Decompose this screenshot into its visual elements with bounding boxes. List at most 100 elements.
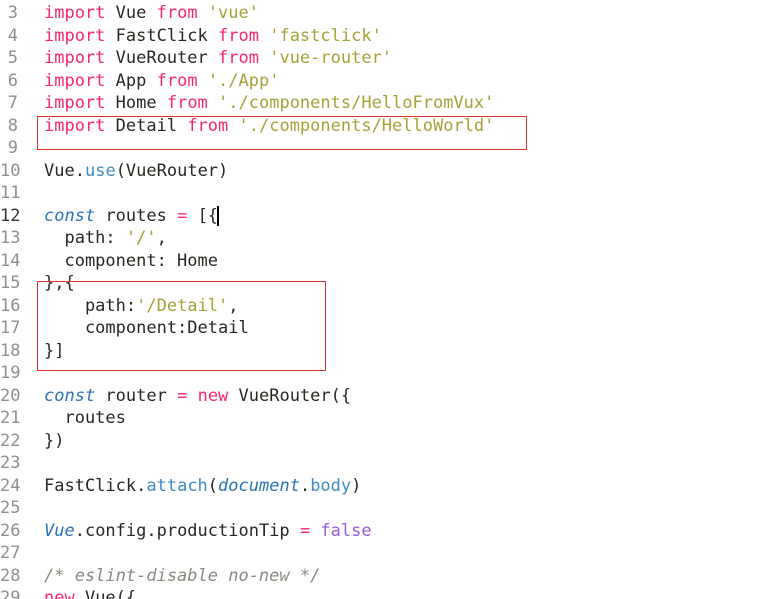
code-line[interactable]: 21 routes	[0, 407, 779, 430]
code-token: Home	[105, 93, 167, 113]
code-line[interactable]: 4 import FastClick from 'fastclick'	[0, 25, 779, 48]
line-number: 18	[0, 340, 21, 361]
code-token: './components/HelloFromVux'	[218, 93, 495, 113]
code-line[interactable]: 10 Vue.use(VueRouter)	[0, 160, 779, 183]
line-number: 21	[0, 408, 21, 428]
line-number: 5	[7, 48, 18, 68]
code-line[interactable]: 3 import Vue from 'vue'	[0, 2, 779, 25]
code-line[interactable]: 28 /* eslint-disable no-new */	[0, 565, 779, 588]
line-number: 11	[0, 183, 21, 203]
line-number: 16	[0, 295, 21, 316]
code-line[interactable]: 19	[0, 362, 779, 385]
code-editor[interactable]: 3 import Vue from 'vue' 4 import FastClick …	[0, 0, 779, 599]
line-text: component:Detail	[44, 317, 249, 340]
line-number: 6	[7, 70, 18, 91]
code-line[interactable]: 13 path: '/',	[0, 227, 779, 250]
line-text: path: '/',	[44, 227, 166, 250]
code-token: from	[166, 93, 208, 113]
code-token: const	[44, 385, 96, 406]
code-line[interactable]: 26 Vue.config.productionTip = false	[0, 520, 779, 543]
code-token: .	[74, 160, 85, 181]
code-line[interactable]: 24 FastClick.attach(document.body)	[0, 475, 779, 498]
line-number: 13	[0, 228, 21, 248]
code-line[interactable]: 11	[0, 182, 779, 205]
code-token: const	[44, 205, 96, 226]
code-line[interactable]: 27	[0, 542, 779, 565]
line-number: 14	[0, 250, 21, 271]
code-line[interactable]: 15},{	[0, 272, 779, 295]
code-token: './components/HelloWorld'	[238, 115, 495, 136]
code-token: .	[136, 475, 147, 496]
code-token: App	[105, 70, 157, 91]
code-line[interactable]: 14 component: Home	[0, 250, 779, 273]
code-token: routes	[44, 408, 126, 428]
code-token: 'vue-router'	[269, 48, 393, 68]
code-line[interactable]: 8 import Detail from './components/HelloW…	[0, 115, 779, 138]
code-line[interactable]: 5 import VueRouter from 'vue-router'	[0, 47, 779, 70]
code-token: /* eslint-disable no-new */	[44, 565, 321, 586]
code-token: from	[156, 3, 198, 23]
code-token: new	[197, 385, 229, 406]
code-token: =	[177, 205, 188, 226]
code-token: =	[299, 520, 311, 541]
line-text: import FastClick from 'fastclick'	[44, 25, 382, 48]
line-text: new Vue({	[44, 587, 136, 599]
line-text: import Detail from './components/HelloWo…	[44, 115, 494, 138]
code-token: attach	[146, 475, 208, 496]
code-token: document	[218, 475, 300, 496]
code-token: 'fastclick'	[269, 25, 382, 46]
line-text: /* eslint-disable no-new */	[44, 565, 320, 588]
code-line[interactable]: 16 path:'/Detail',	[0, 295, 779, 318]
code-line[interactable]: 29 new Vue({	[0, 587, 779, 599]
code-token: VueRouter({	[228, 385, 352, 406]
line-number: 27	[0, 543, 21, 563]
code-token: ,	[228, 295, 239, 316]
line-text: import Home from './components/HelloFrom…	[44, 92, 494, 115]
line-number: 29	[0, 588, 21, 599]
text-cursor	[217, 205, 220, 226]
code-token: VueRouter	[105, 48, 219, 68]
code-line[interactable]: 7 import Home from './components/HelloFro…	[0, 92, 779, 115]
code-token: import	[44, 48, 106, 68]
line-text: },{	[44, 272, 75, 295]
line-text: path:'/Detail',	[44, 295, 239, 318]
line-number: 22	[0, 430, 21, 451]
code-line[interactable]: 12 const routes = [{	[0, 204, 779, 228]
line-number: 8	[7, 115, 18, 136]
code-token: component:Detail	[44, 318, 249, 338]
line-number: 19	[0, 363, 21, 383]
code-line[interactable]: 9	[0, 137, 779, 160]
line-text: const router = new VueRouter({	[44, 385, 351, 408]
code-token: use	[84, 160, 116, 181]
line-number: 23	[0, 453, 21, 473]
line-number: 12	[0, 205, 21, 226]
code-token: })	[44, 430, 65, 451]
code-token: false	[320, 520, 372, 541]
line-text: const routes = [{	[44, 205, 220, 228]
code-token: import	[44, 93, 106, 113]
line-text: FastClick.attach(document.body)	[44, 475, 361, 498]
line-text: import App from './App'	[44, 70, 279, 93]
code-line[interactable]: 25	[0, 497, 779, 520]
code-line[interactable]: 6 import App from './App'	[0, 70, 779, 93]
code-line[interactable]: 22})	[0, 430, 779, 453]
line-number: 20	[0, 385, 21, 406]
code-token: component: Home	[44, 250, 218, 271]
line-text: Vue.use(VueRouter)	[44, 160, 228, 183]
code-line[interactable]: 23	[0, 452, 779, 475]
code-token: import	[44, 3, 106, 23]
code-token: './App'	[207, 70, 280, 91]
code-area[interactable]: 3 import Vue from 'vue' 4 import FastClick …	[0, 0, 779, 599]
code-line[interactable]: 17 component:Detail	[0, 317, 779, 340]
code-token: path:	[44, 295, 137, 316]
code-token: =	[177, 385, 188, 406]
line-number: 25	[0, 498, 21, 518]
code-line[interactable]: 20 const router = new VueRouter({	[0, 385, 779, 408]
code-line[interactable]: 18}]	[0, 340, 779, 363]
code-token: Detail	[105, 115, 188, 136]
